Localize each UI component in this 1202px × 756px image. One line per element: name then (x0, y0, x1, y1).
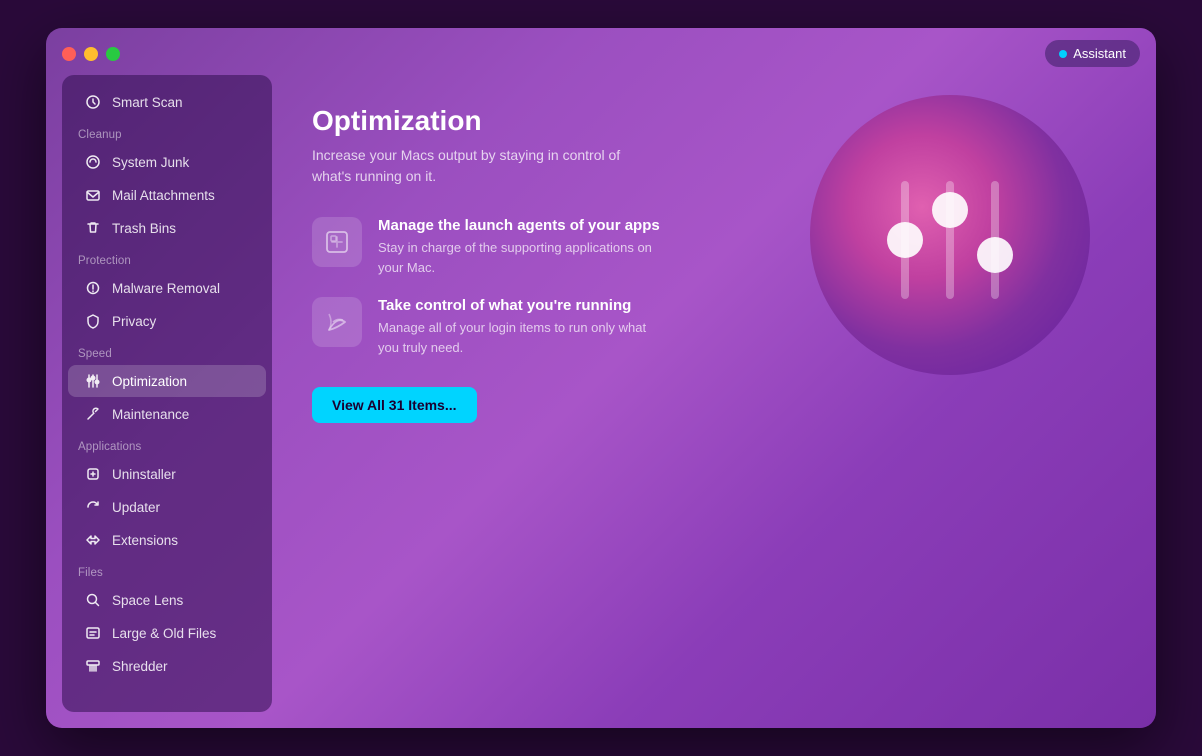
login-items-text: Take control of what you're running Mana… (378, 297, 668, 357)
smart-scan-icon (84, 93, 102, 111)
traffic-lights (62, 47, 120, 61)
login-items-icon (323, 308, 351, 336)
login-items-icon-box (312, 297, 362, 347)
circle-illustration (810, 95, 1090, 375)
sidebar-item-label: System Junk (112, 155, 189, 170)
assistant-dot-icon (1059, 50, 1067, 58)
uninstaller-icon (84, 465, 102, 483)
sidebar-section-speed: Speed (62, 338, 272, 364)
sidebar-item-label: Large & Old Files (112, 626, 216, 641)
sidebar-item-label: Smart Scan (112, 95, 183, 110)
sidebar-item-label: Updater (112, 500, 160, 515)
malware-icon (84, 279, 102, 297)
sidebar-item-label: Mail Attachments (112, 188, 215, 203)
sidebar-item-extensions[interactable]: Extensions (68, 524, 266, 556)
view-all-button[interactable]: View All 31 Items... (312, 387, 477, 423)
sidebar-item-label: Maintenance (112, 407, 189, 422)
minimize-button[interactable] (84, 47, 98, 61)
sidebar-section-files: Files (62, 557, 272, 583)
content-area: Optimization Increase your Macs output b… (272, 75, 1140, 712)
sidebar-item-optimization[interactable]: Optimization (68, 365, 266, 397)
updater-icon (84, 498, 102, 516)
sidebar-item-label: Shredder (112, 659, 168, 674)
titlebar: Assistant (46, 28, 1156, 75)
sliders-icon (860, 145, 1040, 325)
feature-description: Stay in charge of the supporting applica… (378, 238, 668, 277)
sidebar: Smart Scan Cleanup System Junk (62, 75, 272, 712)
optimization-icon (84, 372, 102, 390)
sidebar-section-cleanup: Cleanup (62, 119, 272, 145)
files-icon (84, 624, 102, 642)
sidebar-item-label: Space Lens (112, 593, 183, 608)
feature-title: Take control of what you're running (378, 297, 668, 314)
system-junk-icon (84, 153, 102, 171)
maintenance-icon (84, 405, 102, 423)
mail-icon (84, 186, 102, 204)
sidebar-item-large-old-files[interactable]: Large & Old Files (68, 617, 266, 649)
feature-title: Manage the launch agents of your apps (378, 217, 668, 234)
close-button[interactable] (62, 47, 76, 61)
extensions-icon (84, 531, 102, 549)
trash-icon (84, 219, 102, 237)
assistant-button[interactable]: Assistant (1045, 40, 1140, 67)
sidebar-item-uninstaller[interactable]: Uninstaller (68, 458, 266, 490)
sidebar-item-label: Optimization (112, 374, 187, 389)
space-lens-icon (84, 591, 102, 609)
main-content: Smart Scan Cleanup System Junk (46, 75, 1156, 728)
sidebar-item-malware-removal[interactable]: Malware Removal (68, 272, 266, 304)
sidebar-item-updater[interactable]: Updater (68, 491, 266, 523)
sidebar-item-shredder[interactable]: Shredder (68, 650, 266, 682)
illustration-area (810, 95, 1110, 395)
sidebar-item-smart-scan[interactable]: Smart Scan (68, 86, 266, 118)
sidebar-section-applications: Applications (62, 431, 272, 457)
sidebar-item-label: Uninstaller (112, 467, 176, 482)
maximize-button[interactable] (106, 47, 120, 61)
launch-agents-icon-box (312, 217, 362, 267)
sidebar-item-system-junk[interactable]: System Junk (68, 146, 266, 178)
sidebar-item-label: Extensions (112, 533, 178, 548)
shredder-icon (84, 657, 102, 675)
sidebar-item-privacy[interactable]: Privacy (68, 305, 266, 337)
privacy-icon (84, 312, 102, 330)
sidebar-item-trash-bins[interactable]: Trash Bins (68, 212, 266, 244)
feature-description: Manage all of your login items to run on… (378, 318, 668, 357)
sidebar-item-label: Malware Removal (112, 281, 220, 296)
assistant-label: Assistant (1073, 46, 1126, 61)
launch-agents-text: Manage the launch agents of your apps St… (378, 217, 668, 277)
sidebar-item-space-lens[interactable]: Space Lens (68, 584, 266, 616)
sidebar-item-mail-attachments[interactable]: Mail Attachments (68, 179, 266, 211)
sidebar-item-label: Privacy (112, 314, 156, 329)
app-window: Assistant Smart Scan Cleanup (46, 28, 1156, 728)
sidebar-item-maintenance[interactable]: Maintenance (68, 398, 266, 430)
sidebar-item-label: Trash Bins (112, 221, 176, 236)
sidebar-section-protection: Protection (62, 245, 272, 271)
page-subtitle: Increase your Macs output by staying in … (312, 145, 632, 187)
launch-agents-icon (323, 228, 351, 256)
